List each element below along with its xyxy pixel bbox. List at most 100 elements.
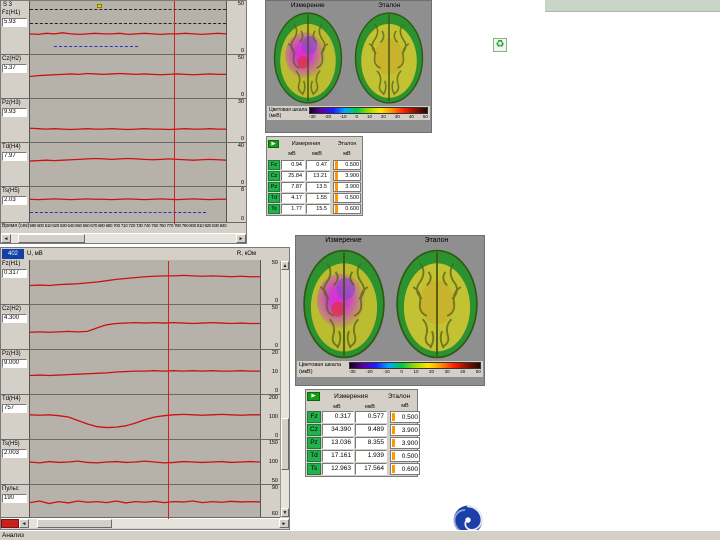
brain-topview-ref xyxy=(395,249,478,359)
channel-label: Pz(H3) xyxy=(2,351,21,357)
time-tick: 650 xyxy=(75,223,82,228)
color-scale-tick: -10 xyxy=(383,369,390,374)
brain-maps-panel-bottom: Измерение Эталон Цветовая шкала (мкВ) -3… xyxy=(295,235,485,386)
measure-value-uv: 9.489 xyxy=(355,424,387,436)
table-row: Fz 0.94 0.47 0.500 xyxy=(268,160,361,170)
color-scale-tick: 50 xyxy=(475,369,481,374)
scale-value: 50 xyxy=(271,305,278,311)
channel-cell: Td xyxy=(307,450,321,462)
scale-value: 0 xyxy=(274,433,278,439)
time-tick: 730 xyxy=(136,223,143,228)
eeg-band: Td(H4) 757 200 100 0 xyxy=(1,395,280,440)
measure-value-mv: 12.963 xyxy=(322,463,354,475)
color-scale-tick: 30 xyxy=(444,369,450,374)
eeg-trace xyxy=(30,187,226,222)
scroll-thumb[interactable] xyxy=(17,234,86,243)
scroll-right-arrow[interactable]: ► xyxy=(236,234,246,243)
channel-plot xyxy=(29,395,261,439)
scroll-left-arrow[interactable]: ◄ xyxy=(1,234,11,243)
eeg-trace xyxy=(30,260,260,304)
threshold-line xyxy=(30,212,207,214)
scale-value: 10 xyxy=(271,369,278,375)
unit-label: мВ xyxy=(401,403,409,409)
channel-plot xyxy=(29,260,261,304)
scroll-right-arrow[interactable]: ► xyxy=(279,519,289,528)
threshold-line xyxy=(30,23,226,25)
time-tick: 740 xyxy=(143,223,151,228)
scroll-left-arrow[interactable]: ◄ xyxy=(19,519,29,528)
table-play-button[interactable]: ▶ xyxy=(307,392,320,401)
analysis-button[interactable]: Анализ xyxy=(2,532,24,539)
ref-cell: 3.900 xyxy=(390,437,420,449)
time-axis: 590 600 610 620 630 640 650 660 670 680 690 700 710 7… xyxy=(29,223,227,228)
measure-value-mv: 34.390 xyxy=(322,424,354,436)
brain-title-measure: Измерение xyxy=(325,237,362,244)
brain-map-measure-image xyxy=(270,11,346,105)
measure-value-uv: 17.564 xyxy=(355,463,387,475)
recycle-icon[interactable]: ♻ xyxy=(493,38,507,52)
scroll-thumb[interactable] xyxy=(36,519,112,528)
scroll-thumb[interactable] xyxy=(281,417,289,470)
color-scale-tick: 20 xyxy=(429,369,435,374)
scale-value: 100 xyxy=(268,414,278,420)
channel-label: Ts(H5) xyxy=(2,188,20,194)
amplitude-scale: 150 100 50 xyxy=(261,440,280,484)
scroll-track[interactable] xyxy=(29,519,279,528)
scale-value: 8 xyxy=(240,187,244,193)
time-cursor-bottom[interactable] xyxy=(168,261,169,519)
brain-titles: Измерение Эталон xyxy=(267,2,430,11)
scale-value: 40 xyxy=(237,143,244,149)
selected-time-cell[interactable]: 402 xyxy=(2,249,24,259)
horizontal-scrollbar-top[interactable]: ◄ ► xyxy=(1,233,246,243)
time-tick: 600 xyxy=(37,223,44,228)
neurofeedback-app-window: Fz(H1) 5.93 50 0 Cz(H2) 5.37 50 0 Pz(H3) 9.93 30 0 T… xyxy=(0,0,720,540)
vertical-scrollbar[interactable]: ▲ ▼ xyxy=(280,261,289,517)
eeg-trace xyxy=(30,55,226,98)
channel-label-col: Cz(H2) 5.37 xyxy=(1,55,29,98)
channel-value: 5.93 xyxy=(2,18,27,27)
amplitude-scale: 50 0 xyxy=(227,1,246,54)
measure-value-uv: 0.577 xyxy=(355,411,387,423)
time-axis-row: Время (сек) 590 600 610 620 630 640 650 660 670 6… xyxy=(1,223,246,233)
scroll-up-arrow[interactable]: ▲ xyxy=(281,261,289,270)
unit-label: мВ xyxy=(288,151,296,157)
color-scale-tick: 40 xyxy=(408,114,414,119)
time-tick: 770 xyxy=(166,223,174,228)
channel-cell: Cz xyxy=(268,171,280,181)
ref-value: 3.900 xyxy=(345,184,359,190)
color-scale-row: Цветовая шкала (мкВ) -30 -20 -10 0 10 20 30 40 5… xyxy=(267,106,430,120)
time-tick: 670 xyxy=(90,223,97,228)
channel-label: Td(H4) xyxy=(2,144,21,150)
channel-value: 5.37 xyxy=(2,64,27,73)
eeg-trace xyxy=(30,395,260,439)
eeg-band: Cz(H2) 4.300 50 0 xyxy=(1,305,280,350)
time-cursor-top[interactable] xyxy=(174,1,175,224)
table-row: Ts 1.77 15.5 0.600 xyxy=(268,204,361,214)
time-tick: 640 xyxy=(67,223,75,228)
ref-marker xyxy=(392,439,395,447)
time-tick: 680 xyxy=(97,223,105,228)
scroll-track[interactable] xyxy=(11,234,236,243)
eeg-trace xyxy=(30,440,260,484)
channel-cell: Fz xyxy=(307,411,321,423)
impedance-unit-label: R, кОм xyxy=(236,251,256,257)
amplitude-scale: 40 0 xyxy=(227,143,246,186)
scroll-track[interactable] xyxy=(281,270,289,508)
ref-value: 0.500 xyxy=(345,162,359,168)
time-tick: 810 xyxy=(196,223,204,228)
eeg-band: Fz(H1) 0.317 50 0 xyxy=(1,260,280,305)
channel-label-col: Пульс 190 xyxy=(1,485,29,517)
table-row: Cz 34.390 9.489 3.900 xyxy=(307,424,420,436)
scale-value: 60 xyxy=(271,511,278,517)
table-units-row: мВ мкВ мВ xyxy=(268,149,361,159)
scale-value: 150 xyxy=(268,440,278,446)
table-row: Pz 7.87 13.5 3.900 xyxy=(268,182,361,192)
ref-marker xyxy=(335,183,338,191)
scroll-down-arrow[interactable]: ▼ xyxy=(281,508,289,517)
channel-value: 0.317 xyxy=(2,269,27,278)
channel-value: 2.003 xyxy=(2,449,27,458)
trend-panel-header: 402 U, мВ R, кОм xyxy=(1,248,280,260)
horizontal-scrollbar-bottom[interactable]: ◄ ► xyxy=(1,518,289,528)
measure-value-mv: 13.036 xyxy=(322,437,354,449)
table-play-button[interactable]: ▶ xyxy=(268,139,279,148)
